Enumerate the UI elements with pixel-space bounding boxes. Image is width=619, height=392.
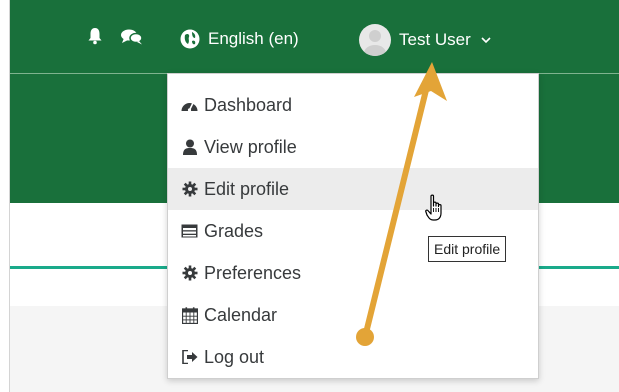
menu-item-label: Calendar — [204, 304, 278, 325]
cog-icon — [181, 265, 198, 282]
cog-icon — [181, 181, 198, 198]
menu-item-label: Edit profile — [204, 178, 290, 199]
calendar-icon — [181, 306, 198, 324]
left-border — [0, 0, 10, 392]
menu-item-view-profile[interactable]: View profile — [168, 126, 538, 168]
avatar — [359, 24, 391, 56]
comments-icon[interactable] — [120, 28, 144, 46]
menu-item-log-out[interactable]: Log out — [168, 336, 538, 378]
bell-icon[interactable] — [86, 27, 104, 45]
user-name: Test User — [399, 30, 471, 49]
menu-item-calendar[interactable]: Calendar — [168, 294, 538, 336]
hand-cursor-icon — [425, 194, 447, 229]
menu-item-edit-profile[interactable]: Edit profile — [168, 168, 538, 210]
sign-out-icon — [181, 349, 198, 366]
chevron-down-icon — [481, 36, 491, 44]
user-icon — [181, 139, 198, 156]
tooltip: Edit profile — [428, 236, 507, 262]
menu-item-dashboard[interactable]: Dashboard — [168, 84, 538, 126]
dashboard-icon — [181, 97, 198, 114]
menu-item-label: Preferences — [204, 262, 302, 283]
menu-item-label: Log out — [204, 346, 265, 367]
language-label: English (en) — [208, 29, 299, 48]
language-menu[interactable]: English (en) — [180, 29, 299, 49]
menu-item-label: View profile — [204, 136, 297, 157]
table-icon — [181, 223, 198, 240]
menu-item-label: Dashboard — [204, 94, 293, 115]
user-menu-toggle[interactable]: Test User — [359, 24, 491, 56]
user-dropdown-menu: Dashboard View profile Edit profile Grad… — [167, 73, 539, 379]
menu-item-label: Grades — [204, 220, 264, 241]
globe-icon — [180, 29, 200, 49]
